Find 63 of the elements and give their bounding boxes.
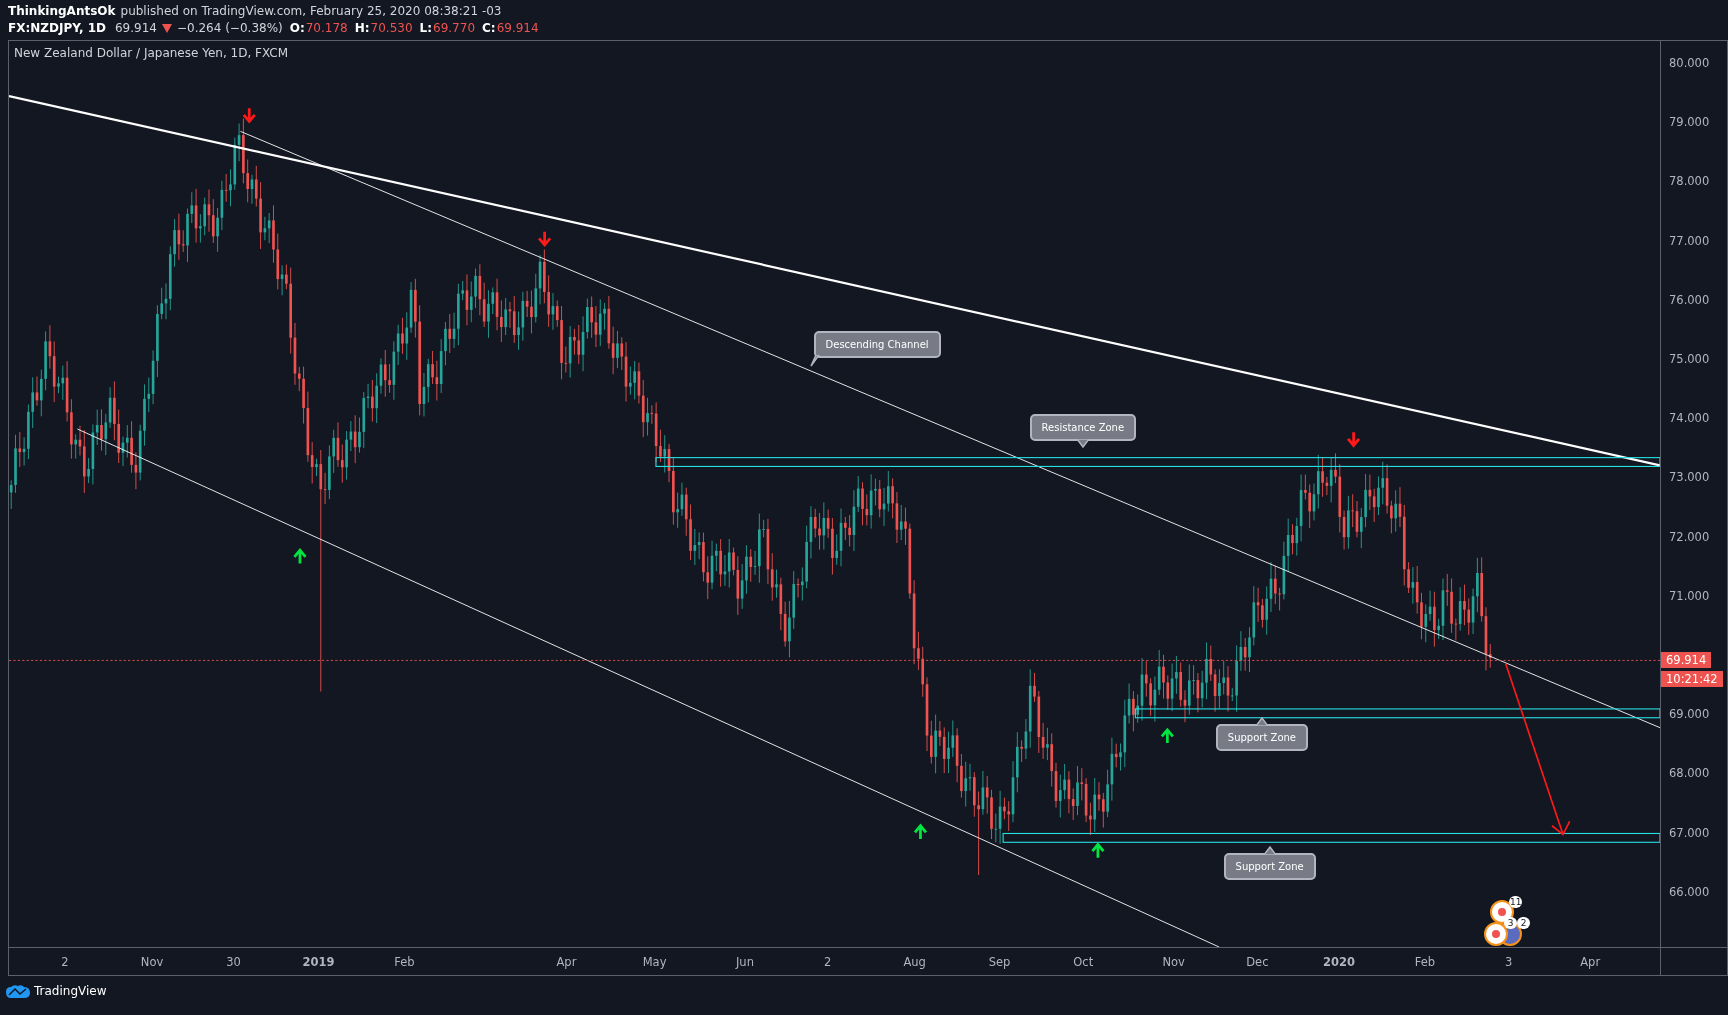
callout-pointer-icon	[809, 354, 820, 367]
time-axis-label: Nov	[1162, 955, 1185, 969]
time-axis-label: Aug	[903, 955, 926, 969]
callout-pointer-icon	[1075, 438, 1090, 448]
price-axis-label: 77.000	[1669, 233, 1710, 248]
up-arrow-icon	[913, 823, 928, 841]
price-axis-label: 68.000	[1669, 766, 1710, 781]
time-axis-label: Jun	[735, 955, 754, 969]
time-axis-label: Apr	[1580, 955, 1601, 969]
price-change: −0.264 (−0.38%)	[176, 20, 283, 37]
ohlc-value: 69.914	[496, 20, 539, 37]
time-axis-label: 2	[823, 955, 832, 969]
chart-title: New Zealand Dollar / Japanese Yen, 1D, FXCM	[14, 46, 289, 60]
price-axis-label: 78.000	[1669, 174, 1710, 189]
price-axis-label: 69.000	[1669, 707, 1710, 722]
author-name[interactable]: ThinkingAntsOk	[8, 3, 116, 20]
last-price: 69.914	[114, 20, 157, 37]
price-axis-label: 75.000	[1669, 352, 1710, 366]
publish-info: published on TradingView.com, February 25, 2020 08:38:21 -03	[120, 3, 502, 20]
time-axis-label: 2019	[302, 955, 335, 969]
ohlc-label: C:	[482, 20, 496, 37]
ohlc-value: 69.770	[433, 20, 476, 37]
callout-pointer-icon	[1262, 846, 1277, 856]
price-axis-label: 74.000	[1669, 411, 1710, 426]
time-axis-label: Feb	[394, 955, 415, 969]
time-axis-label: 2020	[1322, 955, 1355, 969]
logo-icon	[6, 984, 30, 998]
event-count-badge: 2	[1517, 917, 1530, 929]
time-axis-label: Sep	[988, 955, 1011, 969]
price-axis-label: 67.000	[1669, 825, 1710, 840]
countdown-tag: 10:21:42	[1661, 671, 1723, 687]
down-arrow-icon	[537, 230, 552, 248]
time-axis-label: Dec	[1246, 955, 1269, 969]
price-axis-label: 76.000	[1669, 292, 1710, 307]
price-axis-label: 72.000	[1669, 529, 1710, 544]
up-arrow-icon	[293, 548, 307, 565]
time-axis-label: 2	[61, 955, 69, 969]
event-count-badge: 11	[1509, 896, 1523, 908]
time-axis-label: 30	[226, 955, 241, 969]
ohlc-label: H:	[354, 20, 370, 37]
ohlc-label: L:	[419, 20, 433, 37]
price-axis-label: 79.000	[1669, 115, 1710, 130]
price-axis-label: 71.000	[1669, 588, 1710, 603]
time-axis-label: Oct	[1073, 955, 1094, 969]
ohlc-value: 70.530	[370, 20, 413, 37]
up-arrow-icon	[1091, 842, 1105, 860]
callout-pointer-icon	[1254, 717, 1269, 727]
symbol-label: FX:NZDJPY, 1D	[8, 20, 106, 37]
time-axis-label: Feb	[1414, 955, 1436, 969]
up-arrow-icon	[1160, 727, 1175, 745]
price-axis-label: 73.000	[1669, 470, 1710, 485]
brand-name[interactable]: TradingView	[34, 984, 107, 998]
last-price-tag: 69.914	[1661, 652, 1712, 668]
ohlc-label: O:	[289, 20, 305, 37]
price-axis-label: 66.000	[1669, 884, 1710, 899]
down-arrow-icon	[1346, 430, 1361, 448]
price-axis-label: 80.000	[1669, 56, 1710, 70]
time-axis-label: 3	[1504, 955, 1513, 969]
time-axis-label: Nov	[140, 955, 164, 969]
ohlc-value: 70.178	[305, 20, 348, 37]
down-arrow-icon	[242, 106, 257, 124]
time-axis-label: Apr	[556, 955, 577, 969]
time-axis-label: May	[642, 955, 667, 969]
